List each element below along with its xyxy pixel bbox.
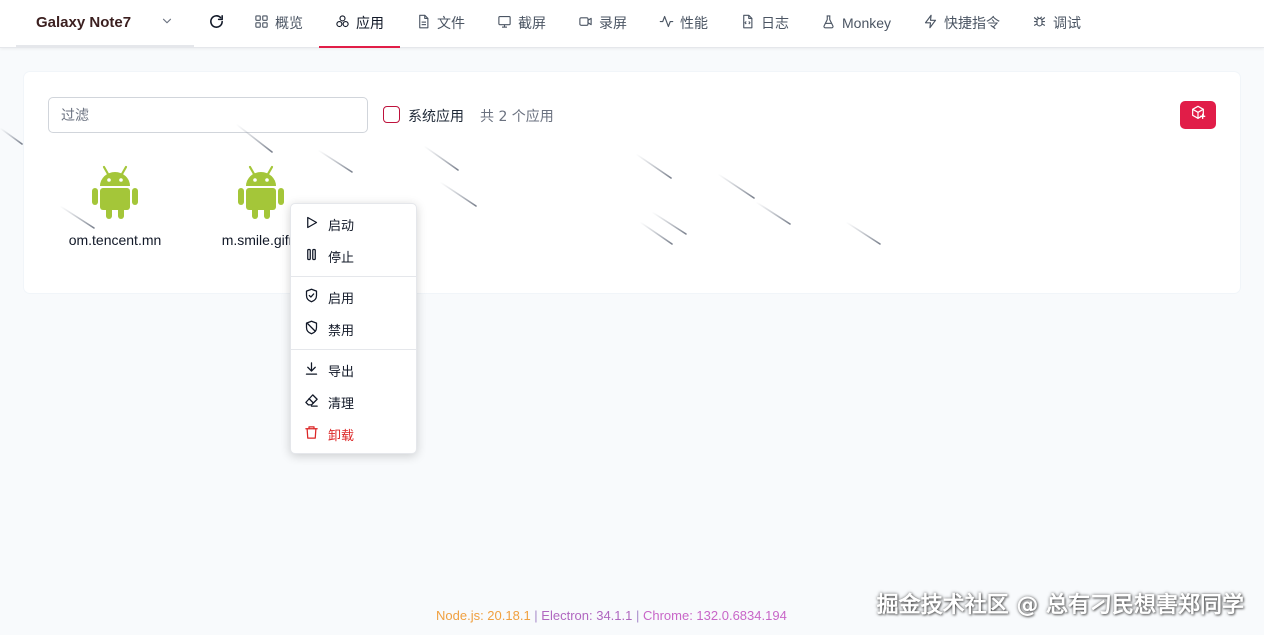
- top-bar: Galaxy Note7 概览 应用 文件 截屏 录屏 性能 日志 Monkey…: [0, 0, 1264, 48]
- chrome-version: Chrome: 132.0.6834.194: [642, 608, 787, 623]
- tab-label: 截屏: [518, 15, 546, 31]
- menu-stop[interactable]: 停止: [291, 240, 416, 272]
- tab-files[interactable]: 文件: [400, 0, 481, 48]
- apps-panel: 系统应用 共 2 个应用 om.tencent.mn: [24, 72, 1240, 293]
- tab-label: 概览: [275, 15, 303, 31]
- app-item[interactable]: om.tencent.mn: [48, 160, 182, 260]
- tab-record[interactable]: 录屏: [562, 0, 643, 48]
- bolt-icon: [923, 14, 938, 33]
- app-package-name: om.tencent.mn: [68, 232, 162, 248]
- node-version: Node.js: 20.18.1: [436, 608, 531, 623]
- menu-divider: [291, 349, 416, 350]
- menu-disable[interactable]: 禁用: [291, 313, 416, 345]
- menu-item-label: 启动: [328, 218, 355, 234]
- refresh-icon: [208, 13, 225, 34]
- trash-icon: [304, 425, 319, 444]
- tab-label: 日志: [761, 15, 789, 31]
- tab-overview[interactable]: 概览: [238, 0, 319, 48]
- menu-start[interactable]: 启动: [291, 208, 416, 240]
- filter-input[interactable]: [48, 97, 368, 133]
- tab-monkey[interactable]: Monkey: [805, 0, 907, 48]
- system-apps-label[interactable]: 系统应用: [408, 106, 464, 126]
- version-footer: Node.js: 20.18.1 | Electron: 34.1.1 | Ch…: [436, 608, 787, 623]
- menu-item-label: 停止: [328, 250, 355, 266]
- tab-bar: 概览 应用 文件 截屏 录屏 性能 日志 Monkey 快捷指令 调试: [238, 0, 1097, 48]
- tab-label: 文件: [437, 15, 465, 31]
- menu-item-label: 启用: [328, 291, 355, 307]
- tab-debug[interactable]: 调试: [1016, 0, 1097, 48]
- tab-log[interactable]: 日志: [724, 0, 805, 48]
- package-plus-icon: [1190, 105, 1206, 125]
- menu-clear[interactable]: 清理: [291, 386, 416, 418]
- apps-icon: [335, 14, 350, 33]
- menu-export[interactable]: 导出: [291, 354, 416, 386]
- menu-uninstall[interactable]: 卸载: [291, 418, 416, 450]
- menu-divider: [291, 276, 416, 277]
- tab-performance[interactable]: 性能: [643, 0, 724, 48]
- pulse-icon: [659, 14, 674, 33]
- tab-label: 录屏: [599, 15, 627, 31]
- grid-icon: [254, 14, 269, 33]
- system-apps-checkbox[interactable]: [383, 106, 400, 123]
- device-selector[interactable]: Galaxy Note7: [16, 0, 194, 47]
- download-icon: [304, 361, 319, 380]
- log-icon: [740, 14, 755, 33]
- eraser-icon: [304, 393, 319, 412]
- tab-label: Monkey: [842, 15, 892, 31]
- tab-label: 调试: [1053, 15, 1082, 31]
- menu-enable[interactable]: 启用: [291, 281, 416, 313]
- refresh-button[interactable]: [194, 0, 238, 47]
- app-count-label: 共 2 个应用: [480, 109, 554, 125]
- device-name: Galaxy Note7: [36, 14, 132, 31]
- tab-apps[interactable]: 应用: [319, 0, 400, 48]
- menu-item-label: 禁用: [328, 323, 355, 339]
- tab-label: 应用: [356, 15, 384, 31]
- menu-item-label: 清理: [328, 396, 355, 412]
- screenshot-icon: [497, 14, 512, 33]
- install-app-button[interactable]: [1180, 101, 1216, 129]
- footer-separator: |: [632, 608, 643, 623]
- watermark: 掘金技术社区 @ 总有刁民想害郑同学: [876, 593, 1244, 618]
- tab-screenshot[interactable]: 截屏: [481, 0, 562, 48]
- video-icon: [578, 14, 593, 33]
- bug-icon: [1032, 14, 1047, 33]
- tab-shortcuts[interactable]: 快捷指令: [907, 0, 1016, 48]
- flask-icon: [821, 14, 836, 33]
- file-icon: [416, 14, 431, 33]
- shield-check-icon: [304, 288, 319, 307]
- app-context-menu: 启动 停止 启用 禁用 导出 清理 卸载: [290, 203, 417, 454]
- tab-label: 性能: [680, 15, 708, 31]
- tab-label: 快捷指令: [944, 15, 1001, 31]
- menu-item-label: 卸载: [328, 428, 355, 444]
- chevron-down-icon: [160, 13, 174, 32]
- menu-item-label: 导出: [328, 364, 355, 380]
- pause-icon: [304, 247, 319, 266]
- electron-version: Electron: 34.1.1: [541, 608, 633, 623]
- shield-off-icon: [304, 320, 319, 339]
- footer-separator: |: [530, 608, 542, 623]
- play-icon: [304, 215, 319, 234]
